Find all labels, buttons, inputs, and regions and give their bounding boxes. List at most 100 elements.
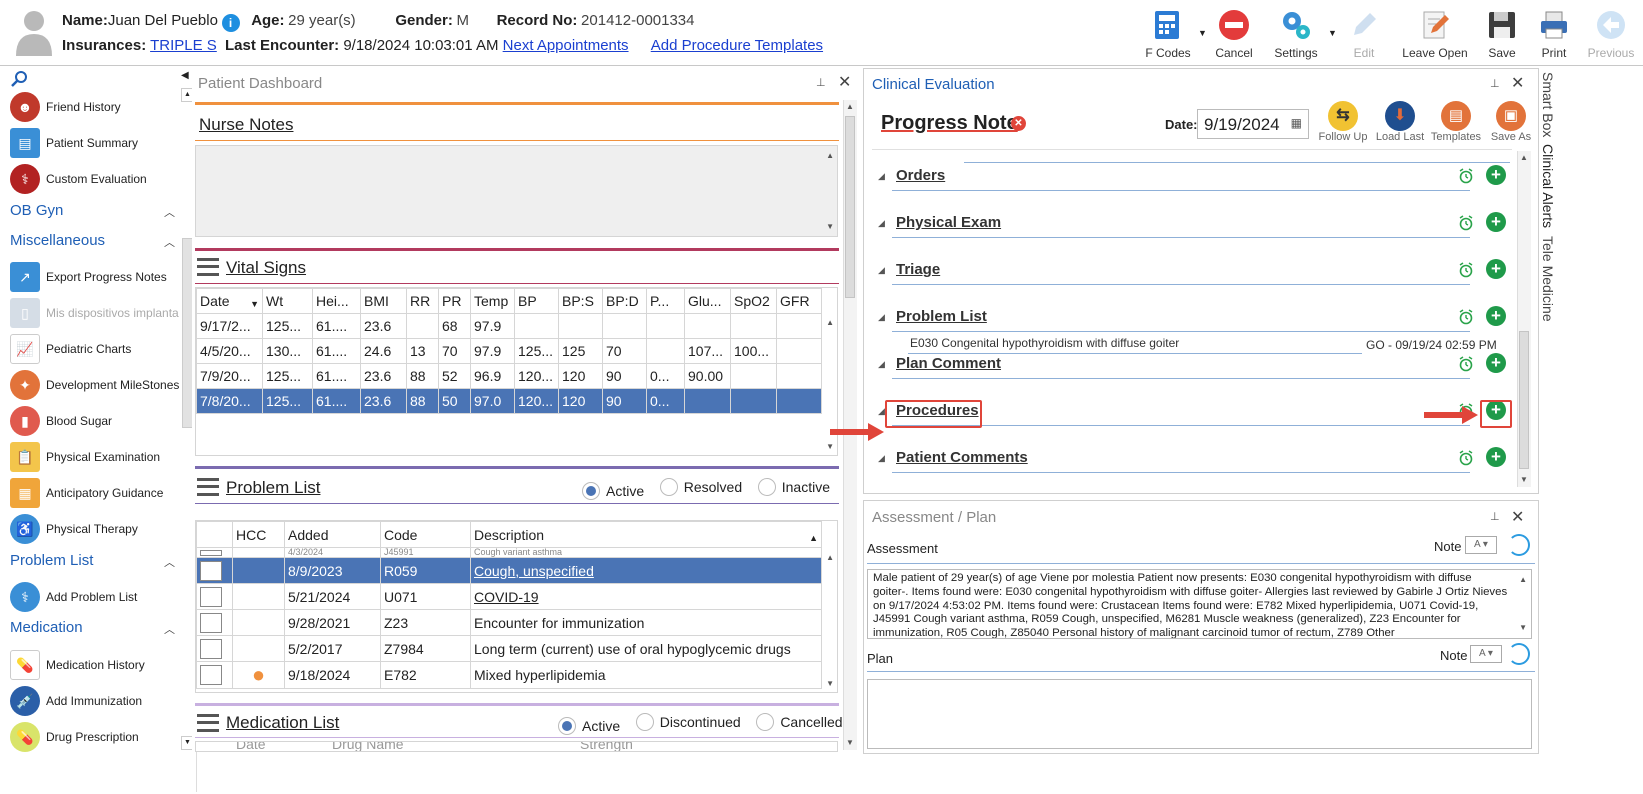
- calendar-icon[interactable]: ▦: [1291, 116, 1302, 130]
- checkbox[interactable]: [200, 549, 222, 556]
- scroll-up-icon[interactable]: ▲: [846, 102, 854, 111]
- row-checkbox-cell[interactable]: [196, 661, 233, 689]
- collapse-triangle-icon[interactable]: ◢: [878, 171, 885, 182]
- add-patient-comments-button[interactable]: +: [1486, 447, 1506, 467]
- table-row[interactable]: 4/5/20... 130... 61.... 24.6 13 70 97.9 125... 1…: [196, 338, 822, 364]
- column-header[interactable]: [196, 521, 233, 548]
- checkbox[interactable]: [200, 586, 222, 607]
- refresh-icon[interactable]: [1508, 643, 1530, 665]
- save-as-button[interactable]: ▣ Save As: [1486, 101, 1536, 143]
- add-orders-button[interactable]: +: [1486, 165, 1506, 185]
- assessment-textarea[interactable]: Male patient of 29 year(s) of age Viene …: [867, 569, 1532, 639]
- column-header[interactable]: Glu...: [684, 288, 731, 314]
- collapse-sidebar-icon[interactable]: ◀: [181, 70, 189, 81]
- scroll-up-icon[interactable]: ▲: [826, 151, 834, 160]
- follow-up-button[interactable]: ⇆ Follow Up: [1318, 101, 1368, 143]
- description-link[interactable]: Cough, unspecified: [470, 557, 822, 584]
- search-icon[interactable]: [11, 70, 29, 91]
- section-label[interactable]: Triage: [896, 261, 940, 278]
- row-checkbox-cell[interactable]: [196, 557, 233, 584]
- row-checkbox-cell[interactable]: [196, 635, 233, 662]
- column-header[interactable]: Code: [380, 521, 471, 548]
- settings-button[interactable]: Settings: [1266, 8, 1326, 60]
- scroll-down-icon[interactable]: ▼: [826, 679, 834, 688]
- alarm-clock-icon[interactable]: [1458, 309, 1474, 325]
- alarm-clock-icon[interactable]: [1458, 168, 1474, 184]
- collapse-triangle-icon[interactable]: ◢: [878, 265, 885, 276]
- sidebar-item-physical-examination[interactable]: 📋 Physical Examination: [10, 442, 160, 472]
- save-button[interactable]: Save: [1482, 8, 1522, 60]
- add-triage-button[interactable]: +: [1486, 259, 1506, 279]
- scroll-up-icon[interactable]: ▲: [1519, 573, 1527, 587]
- table-row[interactable]: 5/21/2024 U071 COVID-19: [196, 583, 822, 610]
- collapse-triangle-icon[interactable]: ◢: [878, 359, 885, 370]
- remove-note-icon[interactable]: ✕: [1011, 116, 1026, 131]
- column-header[interactable]: Temp: [470, 288, 515, 314]
- scroll-down-icon[interactable]: ▼: [1520, 475, 1528, 484]
- section-patient-comments[interactable]: ◢ Patient Comments +: [874, 445, 1510, 475]
- alarm-clock-icon[interactable]: [1458, 356, 1474, 372]
- previous-button[interactable]: Previous: [1584, 8, 1638, 60]
- print-button[interactable]: Print: [1534, 8, 1574, 60]
- close-icon[interactable]: ✕: [1511, 73, 1524, 93]
- sidebar-item-custom-evaluation[interactable]: ⚕ Custom Evaluation: [10, 164, 147, 194]
- column-header[interactable]: P...: [646, 288, 685, 314]
- close-icon[interactable]: ✕: [838, 72, 851, 92]
- checkbox[interactable]: [200, 638, 222, 659]
- cancel-button[interactable]: Cancel: [1206, 8, 1262, 60]
- table-row[interactable]: 7/8/20... 125... 61.... 23.6 88 50 97.0 120... 1…: [196, 388, 822, 414]
- add-plan-comment-button[interactable]: +: [1486, 353, 1506, 373]
- column-header[interactable]: Date ▼: [196, 288, 263, 314]
- section-miscellaneous[interactable]: Miscellaneous ︿: [10, 232, 175, 249]
- column-header[interactable]: Added: [284, 521, 381, 548]
- scroll-down-icon[interactable]: ▼: [826, 442, 834, 451]
- section-physical-exam[interactable]: ◢ Physical Exam +: [874, 210, 1510, 240]
- hamburger-icon[interactable]: [197, 258, 219, 276]
- alarm-clock-icon[interactable]: [1458, 215, 1474, 231]
- table-row[interactable]: ● 9/18/2024 E782 Mixed hyperlipidemia: [196, 661, 822, 689]
- refresh-icon[interactable]: [1508, 534, 1530, 556]
- alarm-clock-icon[interactable]: [1458, 450, 1474, 466]
- column-header[interactable]: SpO2: [730, 288, 777, 314]
- column-header[interactable]: PR: [438, 288, 471, 314]
- column-header[interactable]: GFR: [776, 288, 822, 314]
- date-input[interactable]: 9/19/2024 ▦: [1197, 109, 1309, 139]
- nurse-notes-textarea[interactable]: ▲ ▼: [195, 145, 838, 237]
- sidebar-item-anticipatory-guidance[interactable]: ▦ Anticipatory Guidance: [10, 478, 163, 508]
- collapse-triangle-icon[interactable]: ◢: [878, 406, 885, 417]
- section-problem-list[interactable]: ◢ Problem List +: [874, 304, 1510, 334]
- table-row[interactable]: 9/17/2... 125... 61.... 23.6 68 97.9: [196, 313, 822, 339]
- tab-smart-box[interactable]: Smart Box: [1540, 72, 1556, 137]
- table-row[interactable]: 9/28/2021 Z23 Encounter for immunization: [196, 609, 822, 636]
- section-label[interactable]: Patient Comments: [896, 449, 1028, 466]
- radio-med-discontinued[interactable]: Discontinued: [635, 713, 741, 731]
- clinical-scroll-thumb[interactable]: [1519, 331, 1529, 469]
- pin-icon[interactable]: ⊥: [1490, 77, 1500, 90]
- section-triage[interactable]: ◢ Triage +: [874, 257, 1510, 287]
- tab-tele-medicine[interactable]: Tele Medicine: [1540, 236, 1556, 322]
- section-label[interactable]: Orders: [896, 167, 945, 184]
- table-row[interactable]: 4/3/2024 J45991 Cough variant asthma: [196, 547, 822, 558]
- scroll-down-icon[interactable]: ▼: [826, 222, 834, 231]
- tab-clinical-alerts[interactable]: Clinical Alerts: [1540, 144, 1556, 228]
- checkbox[interactable]: [200, 560, 222, 581]
- settings-dropdown-icon[interactable]: ▼: [1328, 28, 1337, 38]
- note-format-dropdown[interactable]: A ▾: [1465, 536, 1497, 554]
- description-link[interactable]: COVID-19: [470, 583, 822, 610]
- table-row[interactable]: 8/9/2023 R059 Cough, unspecified: [196, 557, 822, 584]
- scroll-down-icon[interactable]: ▼: [1519, 621, 1527, 635]
- section-problem-list[interactable]: Problem List ︿: [10, 552, 175, 569]
- pin-icon[interactable]: ⊥: [816, 76, 826, 89]
- checkbox[interactable]: [200, 612, 222, 633]
- problem-entry[interactable]: E030 Congenital hypothyroidism with diff…: [910, 336, 1179, 350]
- sidebar-item-pediatric-charts[interactable]: 📈 Pediatric Charts: [10, 334, 131, 364]
- sidebar-item-add-immunization[interactable]: 💉 Add Immunization: [10, 686, 142, 716]
- load-last-button[interactable]: ⬇ Load Last: [1374, 101, 1426, 143]
- section-label[interactable]: Problem List: [896, 308, 987, 325]
- scroll-down-icon[interactable]: ▼: [846, 738, 854, 747]
- row-checkbox-cell[interactable]: [196, 583, 233, 610]
- radio-active[interactable]: Active: [582, 482, 644, 500]
- radio-med-active[interactable]: Active: [558, 717, 620, 735]
- sidebar-item-dispositivos[interactable]: ▯ Mis dispositivos implanta: [10, 298, 179, 328]
- leave-open-button[interactable]: Leave Open: [1400, 8, 1470, 60]
